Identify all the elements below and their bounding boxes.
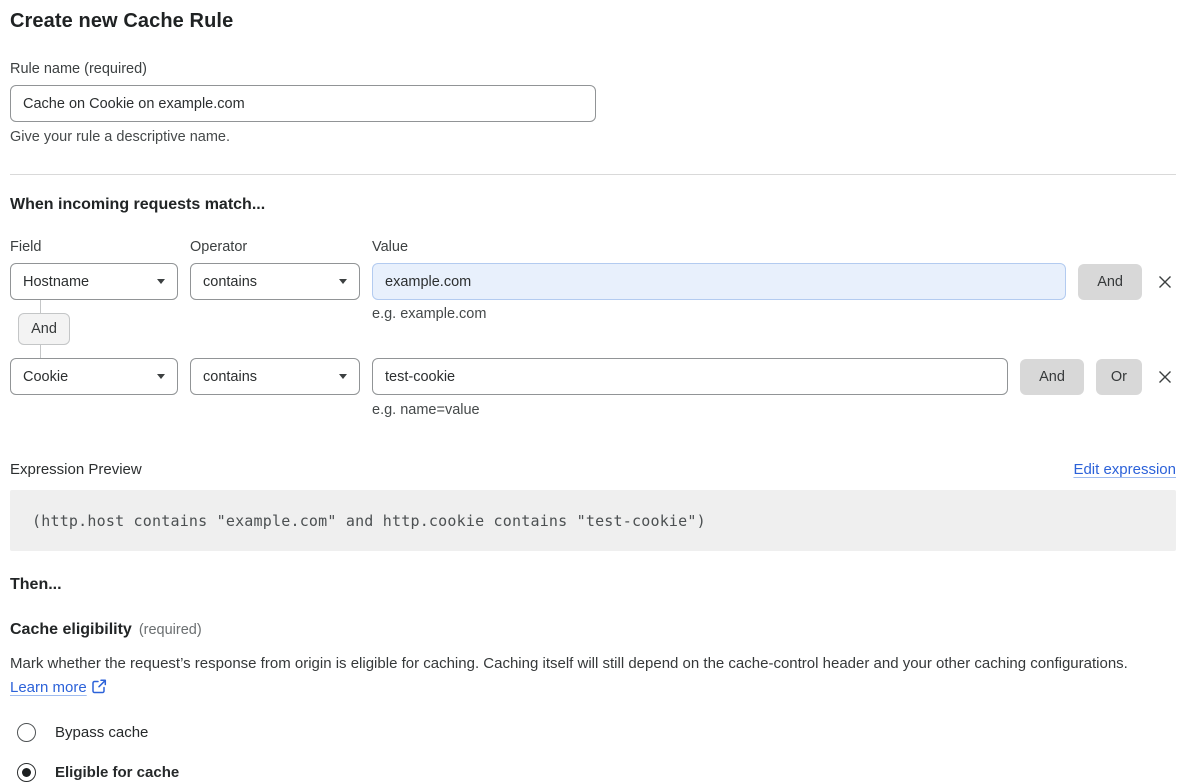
chevron-down-icon — [157, 374, 165, 379]
value-input[interactable] — [372, 358, 1008, 395]
add-and-condition-button[interactable]: And — [1078, 264, 1142, 300]
rule-name-label: Rule name (required) — [10, 61, 1176, 77]
operator-column-label: Operator — [190, 239, 360, 255]
chevron-down-icon — [339, 374, 347, 379]
description-text: Mark whether the request’s response from… — [10, 655, 1128, 672]
add-or-condition-button[interactable]: Or — [1096, 359, 1142, 395]
value-hint: e.g. name=value — [372, 402, 1176, 418]
condition-column-headers: Field Operator Value — [10, 239, 1176, 255]
radio-icon[interactable] — [17, 723, 36, 742]
add-and-condition-button[interactable]: And — [1020, 359, 1084, 395]
expression-preview-code: (http.host contains "example.com" and ht… — [10, 490, 1176, 551]
radio-label: Eligible for cache — [55, 764, 179, 781]
field-select[interactable]: Cookie — [10, 358, 178, 395]
condition-connector-area: e.g. example.com And — [10, 300, 1176, 358]
field-column-label: Field — [10, 239, 178, 255]
field-select-value: Hostname — [23, 274, 89, 290]
operator-select-value: contains — [203, 369, 257, 385]
radio-option-eligible-for-cache[interactable]: Eligible for cache — [10, 763, 1176, 782]
cache-eligibility-description: Mark whether the request’s response from… — [10, 652, 1170, 700]
field-select[interactable]: Hostname — [10, 263, 178, 300]
then-heading: Then... — [10, 576, 1176, 594]
external-link-icon — [92, 679, 107, 694]
chevron-down-icon — [157, 279, 165, 284]
close-icon — [1156, 273, 1174, 291]
cache-eligibility-heading: Cache eligibility (required) — [10, 621, 1176, 639]
radio-label: Bypass cache — [55, 724, 148, 741]
operator-select-value: contains — [203, 274, 257, 290]
match-heading: When incoming requests match... — [10, 196, 1176, 214]
condition-row: Hostname contains And — [10, 263, 1176, 300]
remove-condition-button[interactable] — [1154, 366, 1176, 388]
remove-condition-button[interactable] — [1154, 271, 1176, 293]
chevron-down-icon — [339, 279, 347, 284]
operator-select[interactable]: contains — [190, 358, 360, 395]
radio-icon-selected[interactable] — [17, 763, 36, 782]
rule-name-help: Give your rule a descriptive name. — [10, 129, 1176, 145]
edit-expression-link[interactable]: Edit expression — [1073, 461, 1176, 478]
operator-select[interactable]: contains — [190, 263, 360, 300]
section-divider — [10, 174, 1176, 175]
value-hint: e.g. example.com — [372, 306, 486, 322]
radio-option-bypass-cache[interactable]: Bypass cache — [10, 723, 1176, 742]
connector-and-button[interactable]: And — [18, 313, 70, 345]
learn-more-link[interactable]: Learn more — [10, 679, 87, 696]
cache-eligibility-title: Cache eligibility — [10, 621, 132, 638]
expression-preview-label: Expression Preview — [10, 461, 142, 478]
value-column-label: Value — [372, 239, 1176, 255]
condition-row: Cookie contains And Or — [10, 358, 1176, 395]
expression-preview-header: Expression Preview Edit expression — [10, 461, 1176, 478]
value-input[interactable] — [372, 263, 1066, 300]
rule-name-input[interactable] — [10, 85, 596, 122]
field-select-value: Cookie — [23, 369, 68, 385]
required-note: (required) — [139, 622, 202, 638]
close-icon — [1156, 368, 1174, 386]
page-title: Create new Cache Rule — [10, 10, 1176, 33]
